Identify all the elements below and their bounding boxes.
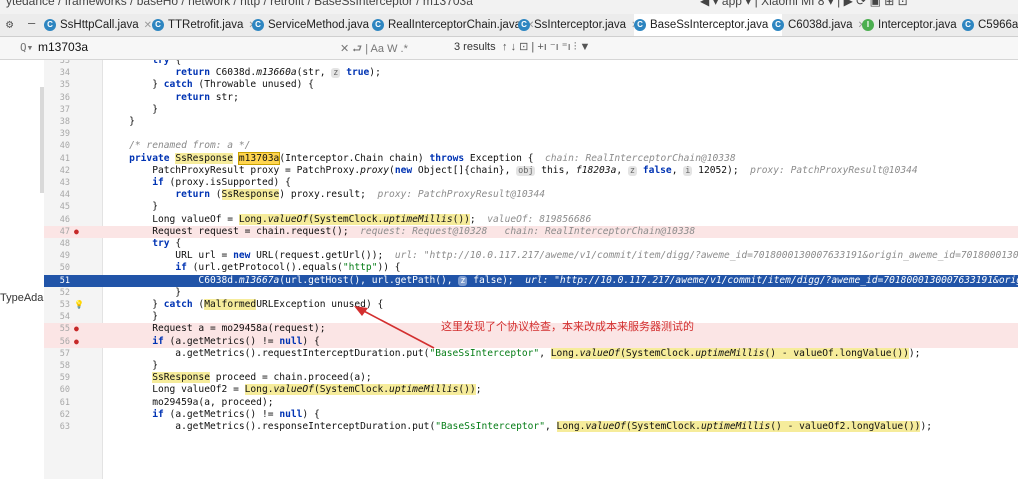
code-line[interactable]: 35 } catch (Throwable unused) { <box>44 79 1018 91</box>
interface-icon: I <box>862 19 874 31</box>
code-line[interactable]: 46 Long valueOf = Long.valueOf(SystemClo… <box>44 213 1018 226</box>
breakpoint-icon[interactable]: ● <box>74 336 84 348</box>
code-line[interactable]: 61 mo29459a(a, proceed); <box>44 397 1018 409</box>
tab-sshttpcall[interactable]: C SsHttpCall.java ✕ <box>44 14 152 36</box>
code-line[interactable]: 36 return str; <box>44 92 1018 104</box>
tab-ttretrofit[interactable]: CTTRetrofit.java✕ <box>152 14 257 36</box>
search-options[interactable]: ✕ ⮐ | Aa W .* <box>340 40 408 59</box>
breakpoint-icon[interactable]: ● <box>74 323 84 335</box>
project-panel: TypeAda <box>0 60 44 479</box>
code-line[interactable]: 56 ● if (a.getMetrics() != null) { <box>44 335 1018 348</box>
project-item-label[interactable]: TypeAda <box>0 292 43 304</box>
code-line[interactable]: 60 Long valueOf2 = Long.valueOf(SystemCl… <box>44 384 1018 396</box>
tab-c6038d[interactable]: CC6038d.java✕ <box>772 14 866 36</box>
code-line[interactable]: 63 a.getMetrics().responseInterceptDurat… <box>44 421 1018 433</box>
code-line[interactable]: 38 } <box>44 116 1018 128</box>
class-icon: C <box>252 19 264 31</box>
code-line[interactable]: 42 PatchProxyResult proxy = PatchProxy.p… <box>44 165 1018 177</box>
code-line[interactable]: 52 } <box>44 287 1018 299</box>
editor-tab-bar: ⚙ — CSsHttpCall.java✕ CTTRetrofit.java✕ … <box>0 14 1018 37</box>
search-results-count: 3 results <box>454 41 496 53</box>
code-line[interactable]: 47 ● Request request = chain.request(); r… <box>44 225 1018 238</box>
close-icon[interactable]: ✕ <box>144 20 152 31</box>
code-line[interactable]: 43 if (proxy.isSupported) { <box>44 177 1018 189</box>
annotation-text: 这里发现了个协议检查，本来改成本来服务器测试的 <box>441 320 694 333</box>
search-navigation[interactable]: ↑ ↓ ⊡ | +ı ⁻ı ⁼ı ⫶ ▼ <box>502 40 590 54</box>
class-icon: C <box>518 19 530 31</box>
code-line[interactable]: 57 a.getMetrics().requestInterceptDurati… <box>44 347 1018 360</box>
next-match-icon[interactable]: ↓ <box>511 41 517 53</box>
code-line[interactable]: 37 } <box>44 104 1018 116</box>
code-line[interactable]: 41 private SsResponse m13703a(Intercepto… <box>44 151 1018 165</box>
minimize-icon[interactable]: — <box>28 16 35 30</box>
tab-ssinterceptor[interactable]: CSsInterceptor.java✕ <box>518 14 639 36</box>
class-icon: C <box>44 19 56 31</box>
tab-c5966a[interactable]: C C5966a <box>962 14 1018 36</box>
select-all-icon[interactable]: ⊡ <box>519 41 528 53</box>
code-line[interactable]: 62 if (a.getMetrics() != null) { <box>44 409 1018 421</box>
class-icon: C <box>634 19 646 31</box>
device-selector[interactable]: Xiaomi MI 8 <box>761 0 824 8</box>
search-icon[interactable]: Q▾ <box>20 41 33 54</box>
code-line[interactable]: 59 SsResponse proceed = chain.proceed(a)… <box>44 372 1018 384</box>
code-line[interactable]: 53 💡 } catch (MalformedURLException unuse… <box>44 299 1018 311</box>
run-config[interactable]: app <box>722 0 742 8</box>
find-bar: Q▾ m13703a ✕ ⮐ | Aa W .* 3 results ↑ ↓ ⊡… <box>0 37 1018 60</box>
tab-interceptor[interactable]: IInterceptor.java✕ <box>862 14 970 36</box>
code-line-selected[interactable]: 51 C6038d.m13667a(url.getHost(), url.get… <box>44 274 1018 287</box>
search-input[interactable]: m13703a <box>38 40 88 54</box>
prev-match-icon[interactable]: ↑ <box>502 41 508 53</box>
code-line[interactable]: 58 } <box>44 360 1018 372</box>
code-line[interactable]: 33 try { <box>44 60 1018 67</box>
class-icon: C <box>772 19 784 31</box>
code-line[interactable]: 39 <box>44 128 1018 140</box>
filter-icon[interactable]: +ı ⁻ı ⁼ı ⫶ ▼ <box>537 41 590 53</box>
regex-toggle[interactable]: .* <box>401 43 408 55</box>
code-line[interactable]: 48 try { <box>44 238 1018 250</box>
class-icon: C <box>152 19 164 31</box>
tab-basessinterceptor[interactable]: CBaseSsInterceptor.java✕ <box>634 14 782 36</box>
breakpoint-icon[interactable]: ● <box>74 226 84 238</box>
lightbulb-icon[interactable]: 💡 <box>74 299 84 311</box>
breadcrumb-path[interactable]: ytedance / frameworks / baseHo / network… <box>6 0 473 8</box>
code-line[interactable]: 50 if (url.getProtocol().equals("http"))… <box>44 262 1018 274</box>
code-line[interactable]: 40 /* renamed from: a */ <box>44 140 1018 152</box>
match-case-toggle[interactable]: Aa <box>371 43 384 55</box>
gear-icon[interactable]: ⚙ <box>6 17 13 31</box>
code-line[interactable]: 49 URL url = new URL(request.getUrl()); … <box>44 250 1018 262</box>
code-editor[interactable]: 33 try { 34 return C6038d.m13660a(str, z… <box>44 60 1018 479</box>
navigation-breadcrumb: ytedance / frameworks / baseHo / network… <box>0 0 1018 14</box>
class-icon: C <box>962 19 974 31</box>
run-toolbar[interactable]: ◀ ▾ app ▾ | Xiaomi MI 8 ▾ | ▶ ⟳ ▣ ⊞ ⊡ <box>700 0 908 8</box>
code-line[interactable]: 44 return (SsResponse) proxy.result; pro… <box>44 189 1018 201</box>
tab-realinterceptorchain[interactable]: C RealInterceptorChain.java ✕ <box>372 14 534 36</box>
code-line[interactable]: 34 return C6038d.m13660a(str, z true); <box>44 67 1018 79</box>
code-line[interactable]: 45 } <box>44 201 1018 213</box>
whole-words-toggle[interactable]: W <box>387 43 397 55</box>
class-icon: C <box>372 19 384 31</box>
tab-servicemethod[interactable]: CServiceMethod.java✕ <box>252 14 382 36</box>
